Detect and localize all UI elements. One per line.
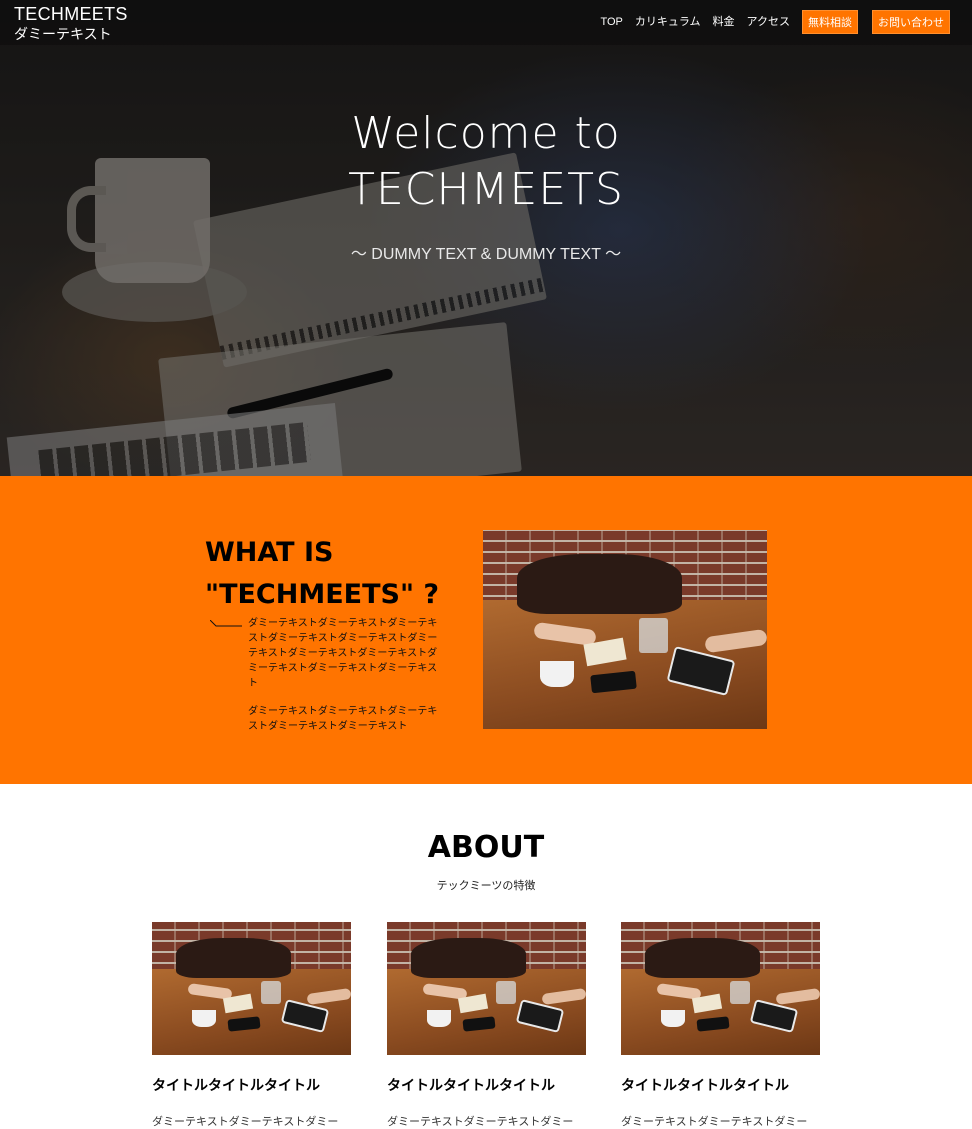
about-card-title: タイトルタイトルタイトル xyxy=(152,1078,320,1094)
nav-item-curriculum[interactable]: カリキュラム xyxy=(635,10,701,34)
about-card[interactable]: タイトルタイトルタイトル ダミーテキストダミーテキストダミー xyxy=(387,922,586,1129)
site-logo[interactable]: TECHMEETS xyxy=(14,4,128,25)
about-card-text: ダミーテキストダミーテキストダミー xyxy=(621,1116,808,1128)
what-is-section: WHAT IS "TECHMEETS" ? ダミーテキストダミーテキストダミーテ… xyxy=(0,476,972,784)
about-card-photo xyxy=(387,922,586,1055)
what-is-title-line2: "TECHMEETS" ? xyxy=(205,579,440,610)
what-is-title-line1: WHAT IS xyxy=(205,537,334,568)
hero-title-line2: TECHMEETS xyxy=(348,164,624,215)
hero-overlay xyxy=(0,0,972,476)
about-card-photo xyxy=(621,922,820,1055)
about-card-title: タイトルタイトルタイトル xyxy=(621,1078,789,1094)
about-card[interactable]: タイトルタイトルタイトル ダミーテキストダミーテキストダミー xyxy=(152,922,351,1129)
what-is-body-1: ダミーテキストダミーテキストダミーテキストダミーテキストダミーテキストダミーテキ… xyxy=(248,618,438,689)
hero-subtitle: 〜 DUMMY TEXT & DUMMY TEXT 〜 xyxy=(350,246,622,263)
nav-item-price[interactable]: 料金 xyxy=(713,10,735,34)
what-is-body-2: ダミーテキストダミーテキストダミーテキストダミーテキストダミーテキスト xyxy=(248,706,438,732)
hero-title-line1: Welcome to xyxy=(351,108,621,159)
about-title: ABOUT xyxy=(427,830,545,865)
what-is-photo xyxy=(483,530,767,729)
about-card-title: タイトルタイトルタイトル xyxy=(387,1078,555,1094)
main-nav: TOP カリキュラム 料金 アクセス 無料相談 お問い合わせ xyxy=(588,10,950,34)
decorative-line-icon xyxy=(210,620,242,627)
about-card[interactable]: タイトルタイトルタイトル ダミーテキストダミーテキストダミー xyxy=(621,922,820,1129)
about-subtitle: テックミーツの特徴 xyxy=(436,880,536,892)
free-consultation-button[interactable]: 無料相談 xyxy=(802,10,858,34)
nav-item-top[interactable]: TOP xyxy=(600,10,622,34)
nav-item-access[interactable]: アクセス xyxy=(747,10,790,34)
hero-section: TECHMEETS ダミーテキスト TOP カリキュラム 料金 アクセス 無料相… xyxy=(0,0,972,476)
contact-button[interactable]: お問い合わせ xyxy=(872,10,950,34)
site-logo-tagline: ダミーテキスト xyxy=(14,26,112,42)
what-is-title: WHAT IS "TECHMEETS" ? xyxy=(205,532,455,616)
hero-title: Welcome to TECHMEETS xyxy=(0,106,972,218)
site-header: TECHMEETS ダミーテキスト TOP カリキュラム 料金 アクセス 無料相… xyxy=(0,0,972,45)
about-card-photo xyxy=(152,922,351,1055)
about-card-text: ダミーテキストダミーテキストダミー xyxy=(387,1116,574,1128)
about-card-text: ダミーテキストダミーテキストダミー xyxy=(152,1116,339,1128)
